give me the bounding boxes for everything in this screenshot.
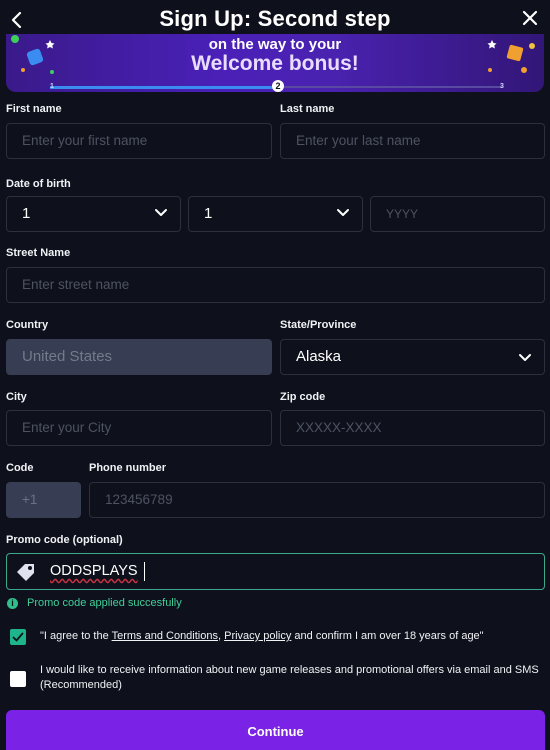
step-indicator-1: 1 — [50, 83, 54, 90]
promo-code-input[interactable]: ODDSPLAYS — [6, 553, 545, 590]
chevron-down-icon — [337, 209, 349, 216]
continue-button[interactable]: Continue — [6, 710, 545, 750]
terms-checkbox[interactable] — [10, 629, 26, 645]
last-name-label: Last name — [280, 103, 335, 115]
privacy-policy-link[interactable]: Privacy policy — [224, 630, 291, 642]
zip-code-input[interactable]: XXXXX-XXXX — [280, 410, 545, 446]
close-button[interactable] — [522, 10, 542, 30]
chevron-down-icon — [155, 209, 167, 216]
step-indicator-2: 2 — [272, 80, 284, 92]
terms-prefix: "I agree to the — [40, 630, 112, 642]
last-name-input[interactable]: Enter your last name — [280, 123, 545, 159]
street-name-input[interactable]: Enter street name — [6, 267, 545, 303]
step-indicator-3: 3 — [500, 83, 504, 90]
country-label: Country — [6, 319, 49, 331]
country-code-field: +1 — [6, 482, 81, 518]
phone-number-label: Phone number — [89, 462, 167, 474]
country-field: United States — [6, 339, 272, 375]
dob-day-select[interactable]: 1 — [6, 196, 181, 232]
first-name-input[interactable]: Enter your first name — [6, 123, 272, 159]
dob-day-value: 1 — [22, 205, 31, 222]
terms-consent-text: "I agree to the Terms and Conditions, Pr… — [40, 629, 545, 644]
marketing-checkbox[interactable] — [10, 671, 26, 687]
zip-code-label: Zip code — [280, 391, 326, 403]
chevron-down-icon — [519, 354, 531, 361]
phone-number-input[interactable]: 123456789 — [89, 482, 545, 518]
info-icon: i — [7, 598, 18, 609]
state-province-select[interactable]: Alaska — [280, 339, 545, 375]
date-of-birth-label: Date of birth — [6, 178, 71, 190]
first-name-label: First name — [6, 103, 62, 115]
promo-code-value: ODDSPLAYS — [50, 563, 138, 579]
banner-title: Welcome bonus! — [191, 52, 359, 75]
terms-and-conditions-link[interactable]: Terms and Conditions — [112, 630, 218, 642]
city-label: City — [6, 391, 27, 403]
dob-month-select[interactable]: 1 — [188, 196, 363, 232]
tag-icon — [17, 564, 34, 581]
text-caret — [144, 562, 145, 581]
welcome-bonus-banner: on the way to your Welcome bonus! 1 2 3 — [6, 34, 544, 92]
terms-suffix: and confirm I am over 18 years of age" — [291, 630, 484, 642]
city-input[interactable]: Enter your City — [6, 410, 272, 446]
progress-fill — [50, 86, 276, 89]
promo-code-label: Promo code (optional) — [6, 534, 123, 546]
street-name-label: Street Name — [6, 247, 71, 259]
promo-success-text: Promo code applied succesfully — [27, 597, 182, 609]
page-title: Sign Up: Second step — [159, 6, 391, 31]
state-province-label: State/Province — [280, 319, 357, 331]
dob-year-input[interactable]: YYYY — [370, 196, 545, 232]
checkmark-icon — [12, 632, 24, 642]
close-icon — [522, 10, 538, 26]
state-province-value: Alaska — [296, 348, 342, 365]
marketing-consent-text: I would like to receive information abou… — [40, 664, 539, 691]
dob-month-value: 1 — [204, 205, 213, 222]
country-code-label: Code — [6, 462, 34, 474]
banner-subtitle: on the way to your — [208, 36, 342, 53]
